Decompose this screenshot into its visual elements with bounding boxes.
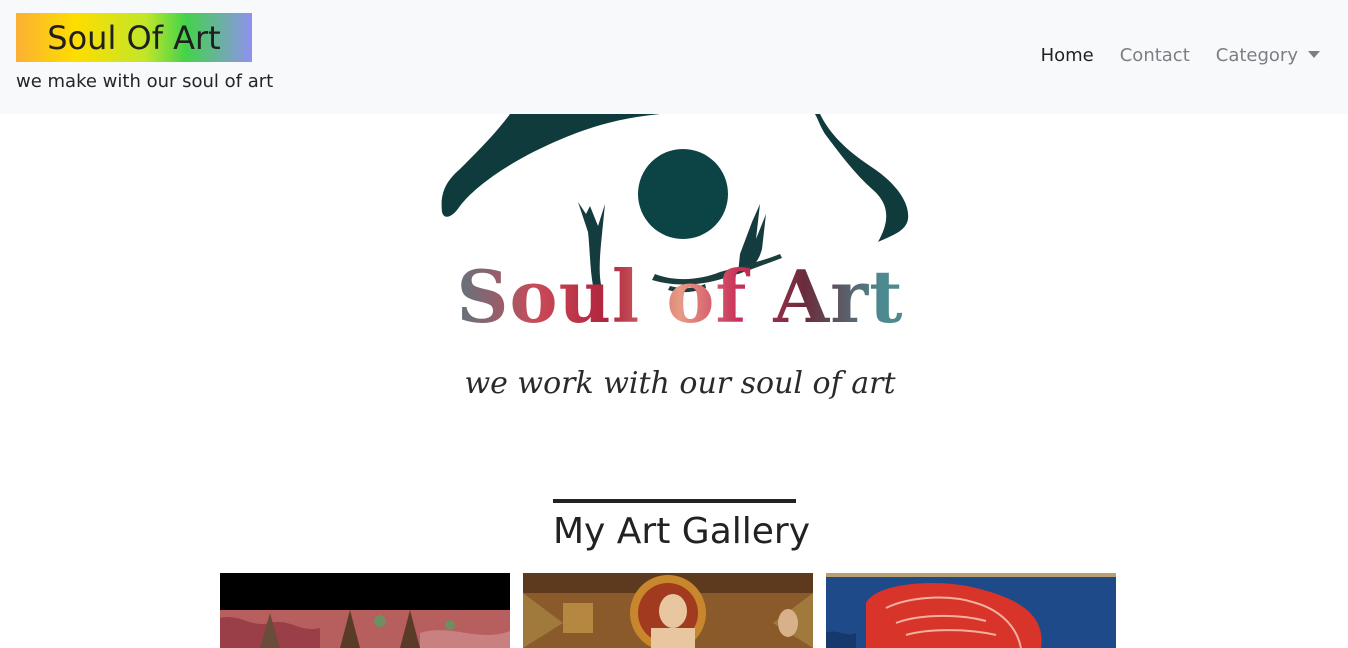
nav-category-dropdown[interactable]: Category: [1216, 45, 1320, 66]
hero-slogan: we work with our soul of art: [464, 366, 896, 401]
gallery-item-temple[interactable]: [220, 573, 510, 648]
red-figure-painting-image: [826, 573, 1116, 648]
hero-logo-text: Soul of Art: [440, 254, 920, 339]
brand-tagline: we make with our soul of art: [16, 71, 274, 92]
gallery-title: My Art Gallery: [553, 511, 811, 552]
nav-category-label: Category: [1215, 45, 1298, 66]
gallery-item-red-figure[interactable]: [826, 573, 1116, 648]
temple-painting-image: [220, 573, 510, 648]
hero-banner: Soul of Art we work with our soul of art: [400, 114, 948, 444]
title-rule: [553, 499, 796, 503]
caret-down-icon: [1308, 51, 1320, 58]
buddha-painting-image: [523, 573, 813, 648]
navbar: Soul Of Art we make with our soul of art…: [0, 0, 1348, 114]
nav-contact-link[interactable]: Contact: [1120, 45, 1190, 66]
gallery-heading: My Art Gallery: [553, 499, 811, 552]
brand-logo[interactable]: Soul Of Art: [16, 13, 252, 62]
gallery-item-buddha[interactable]: [523, 573, 813, 648]
nav-links: Home Contact Category: [1015, 45, 1320, 66]
art-gallery: [220, 573, 1116, 648]
brand-title: Soul Of Art: [47, 18, 221, 57]
nav-home-link[interactable]: Home: [1041, 45, 1094, 66]
